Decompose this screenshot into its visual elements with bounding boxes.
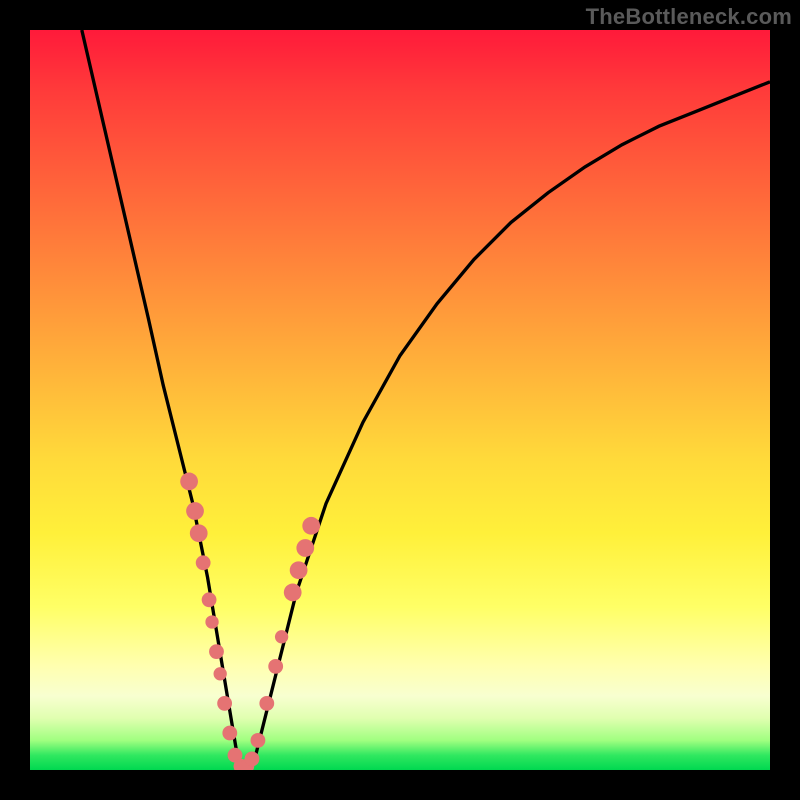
data-marker <box>205 615 218 628</box>
data-marker <box>180 473 198 491</box>
chart-svg <box>30 30 770 770</box>
data-marker <box>259 696 274 711</box>
data-marker <box>290 561 308 579</box>
data-marker <box>284 584 302 602</box>
plot-area <box>30 30 770 770</box>
bottleneck-curve <box>82 30 770 770</box>
data-marker <box>222 726 237 741</box>
data-marker <box>245 752 260 767</box>
data-marker <box>217 696 232 711</box>
data-marker <box>275 630 288 643</box>
data-marker <box>209 644 224 659</box>
watermark-text: TheBottleneck.com <box>586 4 792 30</box>
data-marker <box>202 592 217 607</box>
data-marker <box>214 667 227 680</box>
data-marker <box>196 555 211 570</box>
data-marker <box>251 733 266 748</box>
chart-frame: TheBottleneck.com <box>0 0 800 800</box>
data-marker <box>296 539 314 557</box>
data-marker <box>268 659 283 674</box>
data-marker <box>186 502 204 520</box>
data-marker <box>302 517 320 535</box>
marker-group <box>180 473 320 770</box>
data-marker <box>190 524 208 542</box>
